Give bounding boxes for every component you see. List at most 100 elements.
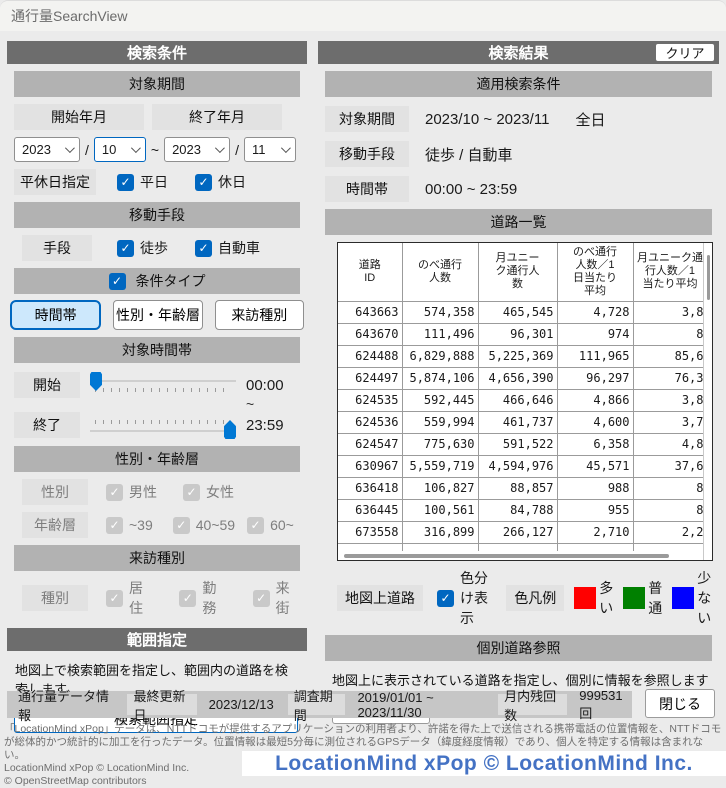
start-yearmonth-label: 開始年月 (14, 104, 144, 130)
visit-type-title: 来訪種別 (129, 548, 185, 568)
end-yearmonth-label: 終了年月 (152, 104, 282, 130)
road-table-cell: 316,899 (402, 521, 478, 543)
gender-label: 性別 (22, 479, 88, 505)
legend-blue-swatch (672, 587, 694, 609)
end-time-slider[interactable] (90, 411, 236, 439)
vertical-scrollbar[interactable] (703, 243, 712, 560)
road-table-column-header[interactable]: 月ユニー ク通行人 数 (478, 243, 557, 301)
applied-period-row: 対象期間 2023/10 ~ 2023/11 全日 (325, 106, 712, 132)
color-display-checkbox[interactable]: ✓ 色分け表示 (437, 568, 492, 628)
road-table-cell: 643670 (338, 323, 402, 345)
road-table-column-header[interactable]: のべ通行 人数 (402, 243, 478, 301)
target-timeband-title: 対象時間帯 (122, 340, 192, 360)
vertical-scrollbar-thumb[interactable] (707, 255, 710, 300)
road-table-row[interactable]: 643663574,358465,5454,7283,8 (338, 301, 703, 323)
checkbox-checked-disabled-icon: ✓ (247, 517, 264, 534)
walk-checkbox[interactable]: ✓ 徒歩 (117, 238, 168, 258)
road-table-row[interactable]: 643670111,49696,3019748 (338, 323, 703, 345)
road-table-cell (338, 543, 402, 551)
holiday-checkbox[interactable]: ✓ 休日 (195, 172, 246, 192)
map-road-label: 地図上道路 (337, 585, 423, 611)
applied-conditions-subheader: 適用検索条件 (325, 71, 712, 97)
road-table-cell: 6,358 (557, 433, 633, 455)
visitor-checkbox-disabled: ✓ 来街 (253, 578, 300, 618)
start-month-select[interactable]: 10 (94, 137, 146, 162)
legend-item-high: 多い (574, 578, 613, 618)
applied-timeband-label: 時間帯 (325, 176, 409, 202)
road-table-row[interactable]: 624536559,994461,7374,6003,7 (338, 411, 703, 433)
road-table-cell: 624536 (338, 411, 402, 433)
horizontal-scrollbar[interactable] (338, 551, 703, 560)
applied-daytype-value: 全日 (575, 109, 605, 130)
applied-timeband-value: 00:00 ~ 23:59 (425, 181, 517, 198)
legend-normal-label: 普通 (648, 578, 662, 618)
road-table-row[interactable]: 6244886,829,8885,225,369111,96585,6 (338, 345, 703, 367)
road-table-column-header[interactable]: 道路 ID (338, 243, 402, 301)
male-checkbox-disabled: ✓ 男性 (106, 482, 157, 502)
checkbox-checked-disabled-icon: ✓ (183, 484, 200, 501)
road-table-cell: 4,600 (557, 411, 633, 433)
road-table-cell: 574,358 (402, 301, 478, 323)
weekday-option-label: 平日 (140, 172, 168, 192)
footer: 「LocationMind xPop」データは、NTTドコモが提供するアプリケー… (0, 722, 726, 776)
road-table-row[interactable]: 636445100,56184,7889558 (338, 499, 703, 521)
start-time-slider[interactable] (90, 371, 236, 399)
window-titlebar[interactable]: 通行量SearchView (0, 1, 726, 31)
road-table-row[interactable]: 6244975,874,1064,656,39096,29776,3 (338, 367, 703, 389)
road-table-cell: 624547 (338, 433, 402, 455)
start-month-value: 10 (102, 142, 116, 157)
time-range-tilde: ~ (246, 399, 300, 411)
end-year-select[interactable]: 2023 (164, 137, 230, 162)
road-table-cell: 4,866 (557, 389, 633, 411)
road-table-cell: 974 (557, 323, 633, 345)
road-table-row[interactable]: 624535592,445466,6464,8663,8 (338, 389, 703, 411)
road-table-column-header[interactable]: のべ通行 人数／1 日当たり 平均 (557, 243, 633, 301)
horizontal-scrollbar-thumb[interactable] (344, 554, 669, 558)
osm-copyright: © OpenStreetMap contributors (0, 775, 726, 788)
age-under39-label: ~39 (129, 517, 153, 533)
road-table-row[interactable]: 636418106,82788,8579888 (338, 477, 703, 499)
individual-road-title: 個別道路参照 (477, 638, 561, 658)
car-checkbox[interactable]: ✓ 自動車 (195, 238, 260, 258)
period-select-row: 2023 / 10 ~ 2023 / 11 (14, 137, 300, 162)
visit-type-button[interactable]: 来訪種別 (215, 300, 304, 330)
checkbox-checked-icon: ✓ (195, 240, 212, 257)
road-table-cell: 592,445 (402, 389, 478, 411)
target-timeband-subheader: 対象時間帯 (14, 337, 300, 363)
road-table-cell: 8 (633, 477, 703, 499)
road-table-column-header[interactable]: 月ユニーク通 行人数／1 当たり平均 (633, 243, 703, 301)
legend-high-label: 多い (599, 578, 613, 618)
road-table-cell: 775,630 (402, 433, 478, 455)
condition-type-checkbox[interactable]: ✓ (109, 273, 126, 290)
end-month-select[interactable]: 11 (244, 137, 296, 162)
clear-button[interactable]: クリア (655, 43, 715, 62)
close-button[interactable]: 閉じる (645, 689, 715, 718)
weekday-checkbox[interactable]: ✓ 平日 (117, 172, 168, 192)
time-band-button[interactable]: 時間帯 (10, 300, 101, 330)
time-slider-block: 開始 00:00 ~ 終了 23:59 (14, 371, 300, 439)
gender-age-button[interactable]: 性別・年齢層 (113, 300, 202, 330)
legend-item-low: 少ない (672, 568, 712, 628)
road-table-row[interactable]: 673558316,899266,1272,7102,2 (338, 521, 703, 543)
chevron-down-icon (131, 143, 141, 153)
car-option-label: 自動車 (218, 238, 260, 258)
period-tilde: ~ (151, 142, 159, 158)
chevron-down-icon (215, 143, 225, 153)
road-table-cell: 84,788 (478, 499, 557, 521)
road-table-row[interactable]: 6309675,559,7194,594,97645,57137,6 (338, 455, 703, 477)
road-table-cell (633, 543, 703, 551)
end-time-label: 終了 (14, 412, 80, 438)
legend-green-swatch (623, 587, 645, 609)
transport-title: 移動手段 (129, 205, 185, 225)
search-results-panel: 検索結果 クリア 適用検索条件 対象期間 2023/10 ~ 2023/11 全… (318, 31, 719, 724)
road-table-cell: 3,8 (633, 301, 703, 323)
checkbox-checked-disabled-icon: ✓ (106, 517, 123, 534)
start-year-select[interactable]: 2023 (14, 137, 80, 162)
table-header-row: 道路 IDのべ通行 人数月ユニー ク通行人 数のべ通行 人数／1 日当たり 平均… (338, 243, 703, 301)
road-table-row[interactable]: 624547775,630591,5226,3584,8 (338, 433, 703, 455)
road-list-table-scrollarea[interactable]: 道路 IDのべ通行 人数月ユニー ク通行人 数のべ通行 人数／1 日当たり 平均… (338, 243, 703, 560)
monthly-remaining-value: 999531 回 (579, 688, 632, 722)
condition-type-subheader: ✓ 条件タイプ (14, 268, 300, 294)
target-period-title: 対象期間 (129, 74, 185, 94)
road-table-cell: 3,7 (633, 411, 703, 433)
